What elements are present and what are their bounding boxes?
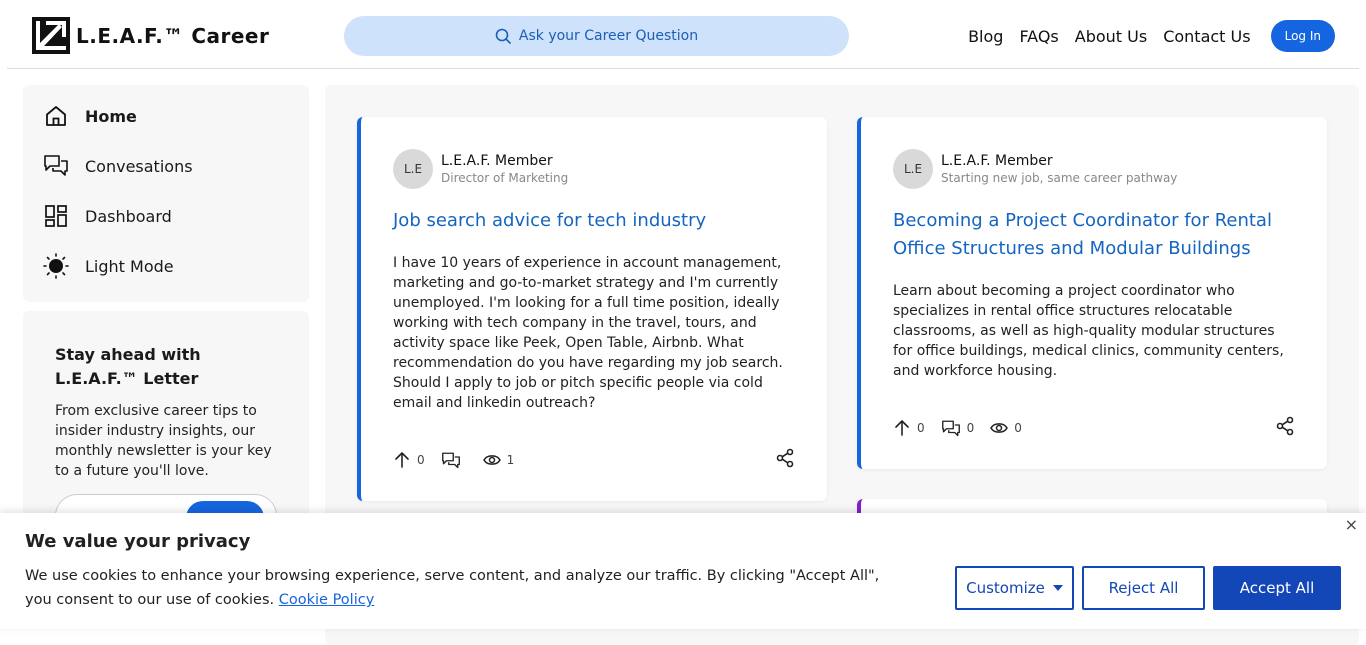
comment-button[interactable] bbox=[441, 451, 467, 469]
post-card[interactable]: L.E L.E.A.F. Member Director of Marketin… bbox=[357, 117, 827, 501]
caret-down-icon bbox=[1052, 585, 1063, 591]
view-count: 1 bbox=[506, 452, 515, 467]
newsletter-text: From exclusive career tips to insider in… bbox=[55, 403, 272, 479]
upvote-button[interactable]: 0 bbox=[893, 419, 925, 437]
post-body: Learn about becoming a project coordinat… bbox=[893, 283, 1284, 379]
author-role: Starting new job, same career pathway bbox=[941, 171, 1178, 185]
eye-icon bbox=[482, 454, 501, 465]
dashboard-icon bbox=[43, 203, 69, 229]
avatar: L.E bbox=[893, 149, 933, 189]
header-divider bbox=[7, 68, 1359, 69]
sidebar-item-home[interactable]: Home bbox=[23, 91, 309, 141]
share-button[interactable] bbox=[775, 448, 795, 471]
newsletter-box: Stay ahead with L.E.A.F.™ Letter From ex… bbox=[23, 311, 309, 541]
sidebar-item-label: Dashboard bbox=[85, 206, 172, 226]
post-title[interactable]: Becoming a Project Coordinator for Renta… bbox=[893, 207, 1295, 263]
upvote-count: 0 bbox=[917, 420, 925, 435]
home-icon bbox=[43, 103, 69, 129]
sidebar-item-label: Convesations bbox=[85, 156, 193, 176]
customize-button[interactable]: Customize bbox=[955, 566, 1074, 610]
close-icon[interactable]: × bbox=[1345, 515, 1358, 534]
sun-icon bbox=[43, 253, 69, 279]
nav-about-us[interactable]: About Us bbox=[1075, 27, 1147, 46]
comment-button[interactable]: 0 bbox=[941, 419, 975, 437]
chat-icon bbox=[941, 420, 960, 436]
author-name: L.E.A.F. Member bbox=[441, 153, 553, 169]
cookie-description: We use cookies to enhance your browsing … bbox=[25, 564, 905, 612]
sidebar-item-conversations[interactable]: Convesations bbox=[23, 141, 309, 191]
upvote-count: 0 bbox=[417, 452, 425, 467]
accept-all-button[interactable]: Accept All bbox=[1213, 566, 1341, 610]
post-author: L.E L.E.A.F. Member Starting new job, sa… bbox=[893, 149, 1295, 189]
sidebar-item-label: Home bbox=[85, 106, 137, 126]
cookie-policy-link[interactable]: Cookie Policy bbox=[279, 592, 375, 608]
cookie-title: We value your privacy bbox=[25, 531, 251, 552]
arrow-up-icon bbox=[895, 419, 909, 436]
post-body: I have 10 years of experience in account… bbox=[393, 255, 783, 411]
author-name: L.E.A.F. Member bbox=[941, 153, 1053, 169]
chat-icon bbox=[441, 452, 460, 468]
view-stat: 0 bbox=[990, 421, 1022, 435]
sidebar-menu: Home Convesations Dashboard Light Mode bbox=[23, 85, 309, 302]
cookie-text: We use cookies to enhance your browsing … bbox=[25, 568, 880, 608]
nav-faqs[interactable]: FAQs bbox=[1019, 27, 1058, 46]
post-author: L.E L.E.A.F. Member Director of Marketin… bbox=[393, 149, 795, 189]
arrow-up-icon bbox=[395, 451, 409, 468]
search-placeholder: Ask your Career Question bbox=[518, 28, 699, 44]
logo-text: L.E.A.F.™ Career bbox=[76, 23, 270, 48]
post-footer: 0 0 0 bbox=[893, 416, 1295, 439]
post-title[interactable]: Job search advice for tech industry bbox=[393, 207, 795, 235]
reject-all-button[interactable]: Reject All bbox=[1082, 566, 1205, 610]
sidebar-item-label: Light Mode bbox=[85, 256, 174, 276]
sidebar-item-light-mode[interactable]: Light Mode bbox=[23, 241, 309, 291]
customize-label: Customize bbox=[966, 579, 1045, 597]
view-stat: 1 bbox=[482, 452, 515, 467]
chat-icon bbox=[43, 153, 69, 179]
share-button[interactable] bbox=[1275, 416, 1295, 439]
share-icon bbox=[1276, 416, 1294, 436]
cookie-banner: × We value your privacy We use cookies t… bbox=[0, 513, 1366, 629]
sidebar-item-dashboard[interactable]: Dashboard bbox=[23, 191, 309, 241]
logo[interactable]: L.E.A.F.™ Career bbox=[32, 17, 269, 54]
upvote-button[interactable]: 0 bbox=[393, 451, 425, 469]
post-footer: 0 1 bbox=[393, 448, 795, 471]
post-card[interactable]: L.E L.E.A.F. Member Starting new job, sa… bbox=[857, 117, 1327, 469]
view-count: 0 bbox=[1014, 420, 1022, 435]
nav-contact-us[interactable]: Contact Us bbox=[1163, 27, 1250, 46]
share-icon bbox=[776, 448, 794, 468]
top-nav: Blog FAQs About Us Contact Us Log In bbox=[968, 20, 1335, 52]
newsletter-title: Stay ahead with L.E.A.F.™ Letter bbox=[55, 345, 201, 388]
nav-blog[interactable]: Blog bbox=[968, 27, 1003, 46]
search-bar[interactable]: Ask your Career Question bbox=[344, 16, 849, 56]
eye-icon bbox=[990, 422, 1009, 433]
site-header: L.E.A.F.™ Career Ask your Career Questio… bbox=[0, 0, 1366, 69]
author-role: Director of Marketing bbox=[441, 171, 569, 185]
comment-count: 0 bbox=[966, 420, 975, 435]
leaf-logo-icon bbox=[32, 17, 70, 54]
login-button[interactable]: Log In bbox=[1270, 20, 1335, 52]
search-icon bbox=[495, 28, 511, 44]
avatar: L.E bbox=[393, 149, 433, 189]
